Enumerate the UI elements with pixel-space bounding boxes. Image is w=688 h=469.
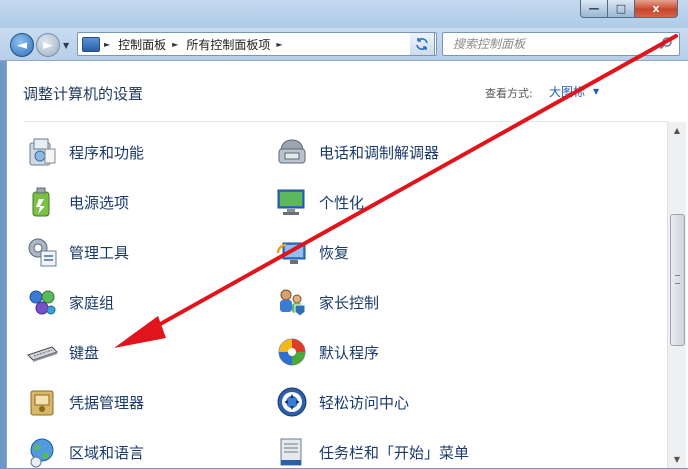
- cp-item-label: 键盘: [69, 343, 100, 362]
- cp-item-label: 家庭组: [69, 293, 115, 312]
- refresh-button[interactable]: [410, 32, 435, 56]
- keyboard-icon: [27, 346, 58, 362]
- search-icon[interactable]: [659, 36, 673, 50]
- admin-tools-icon: [28, 238, 57, 267]
- homegroup-icon: [29, 290, 56, 315]
- cp-item-personalization[interactable]: 个性化: [275, 185, 364, 219]
- power-options-icon: [32, 187, 50, 217]
- cp-item-parental-controls[interactable]: 家长控制: [275, 285, 379, 319]
- chevron-down-icon[interactable]: ▼: [593, 87, 599, 96]
- cp-item-label: 默认程序: [319, 343, 380, 362]
- content-pane: 调整计算机的设置 查看方式: 大图标 ▼ 程序和功能 电源选项 管理工具 家庭组…: [6, 61, 688, 468]
- page-title: 调整计算机的设置: [23, 85, 144, 103]
- parental-controls-icon: [280, 289, 306, 317]
- back-button[interactable]: ◄: [10, 33, 34, 57]
- navigation-bar: ◄ ► ▼ ► 控制面板 ► 所有控制面板项 ► ▼: [0, 28, 688, 61]
- breadcrumb-control-panel[interactable]: 控制面板: [118, 36, 166, 53]
- forward-button[interactable]: ►: [36, 33, 60, 57]
- breadcrumb-all-items[interactable]: 所有控制面板项: [186, 36, 270, 53]
- ease-of-access-icon: [277, 387, 307, 417]
- cp-item-label: 个性化: [319, 193, 365, 212]
- minimize-button[interactable]: —: [580, 0, 608, 18]
- scroll-up-arrow-icon[interactable]: ▲: [668, 122, 686, 139]
- personalization-icon: [277, 189, 305, 215]
- breadcrumb: ► 控制面板 ► 所有控制面板项 ►: [104, 36, 291, 53]
- cp-item-taskbar-start-menu[interactable]: 任务栏和「开始」菜单: [275, 435, 469, 469]
- header-divider: [23, 121, 669, 122]
- cp-item-homegroup[interactable]: 家庭组: [25, 285, 114, 319]
- window-controls: — □ x: [580, 0, 678, 18]
- scrollbar-thumb[interactable]: [670, 214, 685, 346]
- cp-item-label: 恢复: [319, 243, 350, 262]
- credential-manager-icon: [30, 390, 54, 416]
- cp-item-label: 任务栏和「开始」菜单: [319, 443, 470, 462]
- cp-item-label: 轻松访问中心: [319, 393, 410, 412]
- cp-item-programs-features[interactable]: 程序和功能: [25, 135, 144, 169]
- search-input[interactable]: [451, 36, 655, 52]
- programs-features-icon: [29, 138, 56, 166]
- address-bar[interactable]: ► 控制面板 ► 所有控制面板项 ► ▼: [77, 32, 437, 56]
- close-button[interactable]: x: [635, 0, 678, 18]
- recent-pages-dropdown[interactable]: ▼: [63, 41, 69, 50]
- taskbar-start-menu-icon: [280, 438, 302, 466]
- cp-item-phone-modem[interactable]: 电话和调制解调器: [275, 135, 439, 169]
- cp-item-power-options[interactable]: 电源选项: [25, 185, 129, 219]
- cp-item-region-language[interactable]: 区域和语言: [25, 435, 144, 469]
- view-by-dropdown[interactable]: 大图标: [549, 83, 585, 100]
- breadcrumb-chevron-icon[interactable]: ►: [172, 40, 178, 49]
- title-bar: — □ x: [0, 0, 688, 28]
- view-by-label: 查看方式:: [485, 87, 533, 100]
- default-programs-icon: [278, 338, 306, 366]
- maximize-button[interactable]: □: [608, 0, 635, 18]
- cp-item-label: 凭据管理器: [69, 393, 145, 412]
- scroll-down-arrow-icon[interactable]: ▼: [668, 451, 686, 468]
- vertical-scrollbar[interactable]: ▲ ▼: [667, 122, 686, 468]
- breadcrumb-chevron-icon[interactable]: ►: [104, 40, 110, 49]
- cp-item-default-programs[interactable]: 默认程序: [275, 335, 379, 369]
- recovery-icon: [276, 242, 306, 264]
- cp-item-credential-manager[interactable]: 凭据管理器: [25, 385, 144, 419]
- breadcrumb-chevron-icon[interactable]: ►: [276, 40, 282, 49]
- cp-item-label: 电源选项: [69, 193, 130, 212]
- region-language-icon: [30, 438, 54, 468]
- cp-item-label: 区域和语言: [69, 443, 145, 462]
- phone-modem-icon: [278, 139, 306, 164]
- refresh-icon: [416, 38, 428, 50]
- cp-item-label: 家长控制: [319, 293, 380, 312]
- control-panel-icon: [82, 36, 100, 52]
- cp-item-admin-tools[interactable]: 管理工具: [25, 235, 129, 269]
- cp-item-keyboard[interactable]: 键盘: [25, 335, 99, 369]
- cp-item-recovery[interactable]: 恢复: [275, 235, 349, 269]
- search-box: [442, 32, 680, 56]
- cp-item-ease-of-access[interactable]: 轻松访问中心: [275, 385, 409, 419]
- cp-item-label: 管理工具: [69, 243, 130, 262]
- cp-item-label: 程序和功能: [69, 143, 145, 162]
- cp-item-label: 电话和调制解调器: [319, 143, 440, 162]
- thumb-grip: [675, 275, 680, 284]
